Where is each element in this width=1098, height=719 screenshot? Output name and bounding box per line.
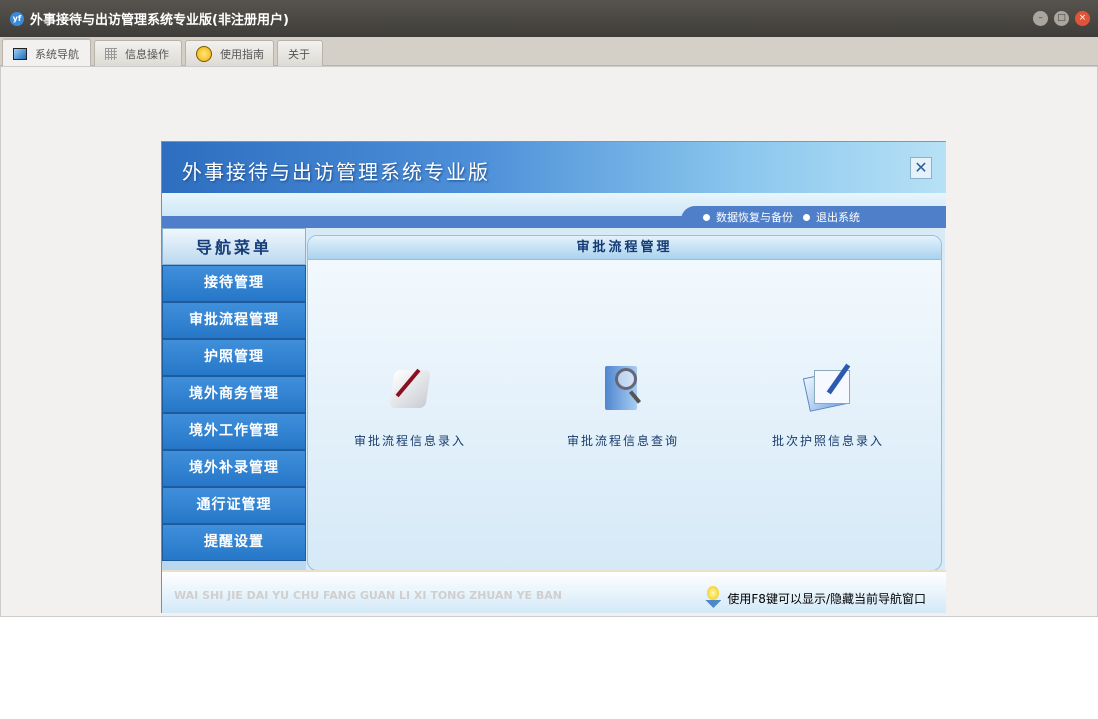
batch-passport-entry-button[interactable]: 批次护照信息录入 <box>748 360 908 449</box>
nav-item-reception[interactable]: 接待管理 <box>162 265 306 302</box>
link-strip: 数据恢复与备份 退出系统 <box>162 193 946 228</box>
nav-item-reminder[interactable]: 提醒设置 <box>162 524 306 561</box>
footer-bar: WAI SHI JIE DAI YU CHU FANG GUAN LI XI T… <box>162 570 946 613</box>
tab-system-nav[interactable]: 系统导航 <box>2 38 91 67</box>
nav-item-permit[interactable]: 通行证管理 <box>162 487 306 524</box>
tab-info-ops[interactable]: 信息操作 <box>94 40 182 66</box>
help-icon <box>196 45 212 62</box>
f8-tip: 使用F8键可以显示/隐藏当前导航窗口 <box>705 586 926 610</box>
main-panel: 外事接待与出访管理系统专业版 ✕ 数据恢复与备份 退出系统 导航菜单 接待管理 … <box>161 141 946 613</box>
tip-text: 使用F8键可以显示/隐藏当前导航窗口 <box>727 591 926 606</box>
tab-label: 系统导航 <box>35 47 79 61</box>
nav-item-approval[interactable]: 审批流程管理 <box>162 302 306 339</box>
title-bar: yf 外事接待与出访管理系统专业版(非注册用户) – □ × <box>0 0 1098 37</box>
tab-label: 使用指南 <box>220 47 264 61</box>
exit-system-link[interactable]: 退出系统 <box>803 209 860 225</box>
approval-panel: 审批流程管理 审批流程信息录入 审批流程信息查询 批次护照信息录入 <box>307 235 942 571</box>
approval-query-button[interactable]: 审批流程信息查询 <box>543 360 703 449</box>
panel-title: 外事接待与出访管理系统专业版 <box>182 160 490 184</box>
scroll-pen-icon <box>384 360 436 412</box>
documents-pen-icon <box>802 360 854 412</box>
tab-bar: 系统导航 信息操作 使用指南 关于 <box>0 37 1098 67</box>
tab-about[interactable]: 关于 <box>277 40 323 66</box>
pinyin-caption: WAI SHI JIE DAI YU CHU FANG GUAN LI XI T… <box>174 589 562 602</box>
nav-item-passport[interactable]: 护照管理 <box>162 339 306 376</box>
close-window-button[interactable]: × <box>1075 11 1090 26</box>
lightbulb-icon <box>705 586 722 610</box>
tab-guide[interactable]: 使用指南 <box>185 40 274 66</box>
nav-item-overseas-business[interactable]: 境外商务管理 <box>162 376 306 413</box>
panel-header: 外事接待与出访管理系统专业版 ✕ <box>162 141 946 193</box>
tab-label: 关于 <box>288 47 310 61</box>
magnifier-doc-icon <box>597 360 649 412</box>
nav-item-overseas-work[interactable]: 境外工作管理 <box>162 413 306 450</box>
approval-title: 审批流程管理 <box>308 236 941 260</box>
app-logo-icon: yf <box>10 11 24 26</box>
tab-label: 信息操作 <box>125 47 169 61</box>
minimize-button[interactable]: – <box>1033 11 1048 26</box>
grid-icon <box>105 47 117 60</box>
restore-backup-link[interactable]: 数据恢复与备份 <box>703 209 793 225</box>
window-title: 外事接待与出访管理系统专业版(非注册用户) <box>30 13 289 28</box>
panel-close-button[interactable]: ✕ <box>910 157 932 179</box>
monitor-icon <box>13 47 27 60</box>
nav-item-overseas-supplement[interactable]: 境外补录管理 <box>162 450 306 487</box>
approval-entry-button[interactable]: 审批流程信息录入 <box>330 360 490 449</box>
nav-header: 导航菜单 <box>162 228 306 265</box>
nav-menu: 导航菜单 接待管理 审批流程管理 护照管理 境外商务管理 境外工作管理 境外补录… <box>162 228 306 574</box>
maximize-button[interactable]: □ <box>1054 11 1069 26</box>
